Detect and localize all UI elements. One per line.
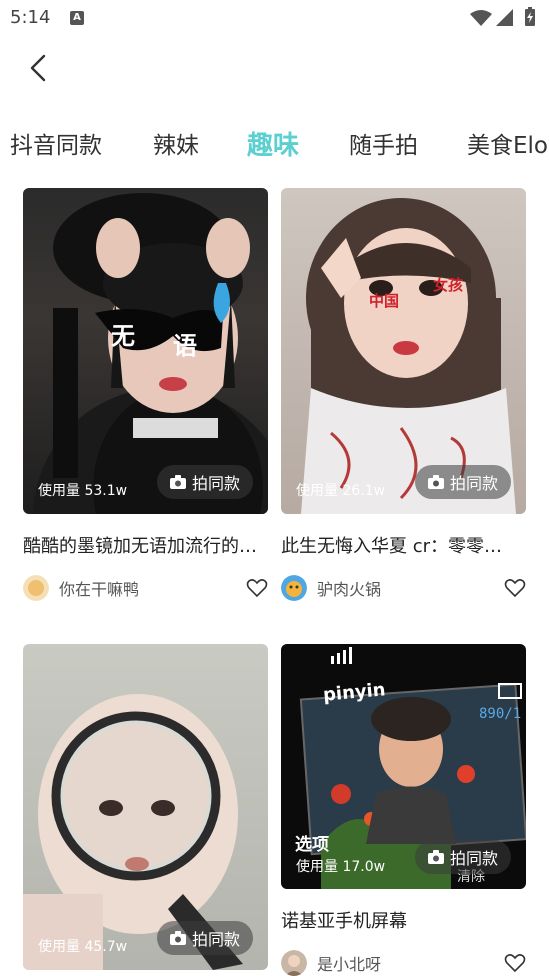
shoot-same-button[interactable]: 拍同款 bbox=[157, 921, 253, 955]
camera-icon bbox=[169, 931, 186, 945]
status-time: 5:14 bbox=[10, 7, 51, 28]
usage-count: 使用量 45.7w bbox=[38, 939, 128, 955]
avatar bbox=[281, 950, 307, 976]
card-title: 此生无悔入华夏 cr：零零… bbox=[281, 536, 503, 557]
usage-count: 使用量 53.1w bbox=[38, 483, 128, 499]
notification-a-icon: A bbox=[70, 11, 84, 25]
overlay-text: 女孩 bbox=[433, 276, 464, 294]
author-info[interactable]: 驴肉火锅 bbox=[281, 575, 381, 601]
overlay-text: 中国 bbox=[369, 292, 400, 310]
shoot-same-label: 拍同款 bbox=[191, 930, 240, 949]
template-thumbnail[interactable]: 使用量 45.7w 拍同款 bbox=[23, 644, 268, 970]
shoot-same-label: 拍同款 bbox=[449, 849, 498, 868]
card-title: 酷酷的墨镜加无语加流行的… bbox=[23, 536, 257, 557]
overlay-text: 890/1 bbox=[479, 706, 522, 722]
camera-icon bbox=[169, 475, 186, 489]
tab-suishoupai[interactable]: 随手拍 bbox=[349, 124, 418, 168]
author-name: 是小北呀 bbox=[317, 955, 382, 974]
avatar bbox=[281, 575, 307, 601]
usage-count: 使用量 26.1w bbox=[296, 483, 386, 499]
camera-icon bbox=[427, 475, 444, 489]
cellular-signal-icon bbox=[496, 9, 513, 26]
author-info[interactable]: 是小北呀 bbox=[281, 950, 381, 976]
author-info[interactable]: 你在干嘛鸭 bbox=[23, 575, 139, 601]
like-heart-icon[interactable] bbox=[246, 577, 268, 599]
template-thumbnail[interactable]: 中国 女孩 使用量 26.1w 拍同款 bbox=[281, 188, 526, 514]
battery-charging-icon bbox=[525, 7, 535, 26]
template-thumbnail[interactable]: 无 语 使用量 53.1w 拍同款 bbox=[23, 188, 268, 514]
back-button[interactable] bbox=[24, 50, 54, 86]
overlay-text: 语 bbox=[173, 332, 197, 360]
author-name: 你在干嘛鸭 bbox=[59, 580, 140, 599]
template-card[interactable]: 中国 女孩 使用量 26.1w 拍同款 此生无悔入华夏 cr：零零… 驴肉火锅 bbox=[281, 188, 526, 608]
tab-lamei[interactable]: 辣妹 bbox=[153, 124, 199, 168]
template-thumbnail[interactable]: pinyin 890/1 选项 清除 使用量 17.0w 拍同款 bbox=[281, 644, 526, 889]
template-card[interactable]: pinyin 890/1 选项 清除 使用量 17.0w 拍同款 诺基亚手机屏幕… bbox=[281, 644, 526, 976]
category-tabs: 抖音同款 辣妹 趣味 随手拍 美食Elo bbox=[0, 124, 549, 168]
author-name: 驴肉火锅 bbox=[317, 580, 382, 599]
shoot-same-label: 拍同款 bbox=[191, 474, 240, 493]
shoot-same-button[interactable]: 拍同款 bbox=[415, 840, 511, 874]
like-heart-icon[interactable] bbox=[504, 577, 526, 599]
template-card[interactable]: 无 语 使用量 53.1w 拍同款 酷酷的墨镜加无语加流行的… 你在干嘛鸭 bbox=[23, 188, 268, 608]
shoot-same-button[interactable]: 拍同款 bbox=[157, 465, 253, 499]
overlay-text: 选项 bbox=[295, 835, 329, 855]
tab-quwei[interactable]: 趣味 bbox=[247, 124, 299, 168]
template-card[interactable]: 使用量 45.7w 拍同款 bbox=[23, 644, 268, 976]
tab-food[interactable]: 美食Elo bbox=[467, 124, 548, 168]
shoot-same-button[interactable]: 拍同款 bbox=[415, 465, 511, 499]
shoot-same-label: 拍同款 bbox=[449, 474, 498, 493]
tab-douyin[interactable]: 抖音同款 bbox=[10, 124, 102, 168]
overlay-text: 无 bbox=[111, 322, 135, 350]
avatar bbox=[23, 575, 49, 601]
status-bar: 5:14 A bbox=[0, 0, 549, 36]
card-title: 诺基亚手机屏幕 bbox=[281, 911, 407, 932]
like-heart-icon[interactable] bbox=[504, 952, 526, 974]
camera-icon bbox=[427, 850, 444, 864]
wifi-icon bbox=[470, 10, 492, 26]
usage-count: 使用量 17.0w bbox=[296, 859, 386, 875]
